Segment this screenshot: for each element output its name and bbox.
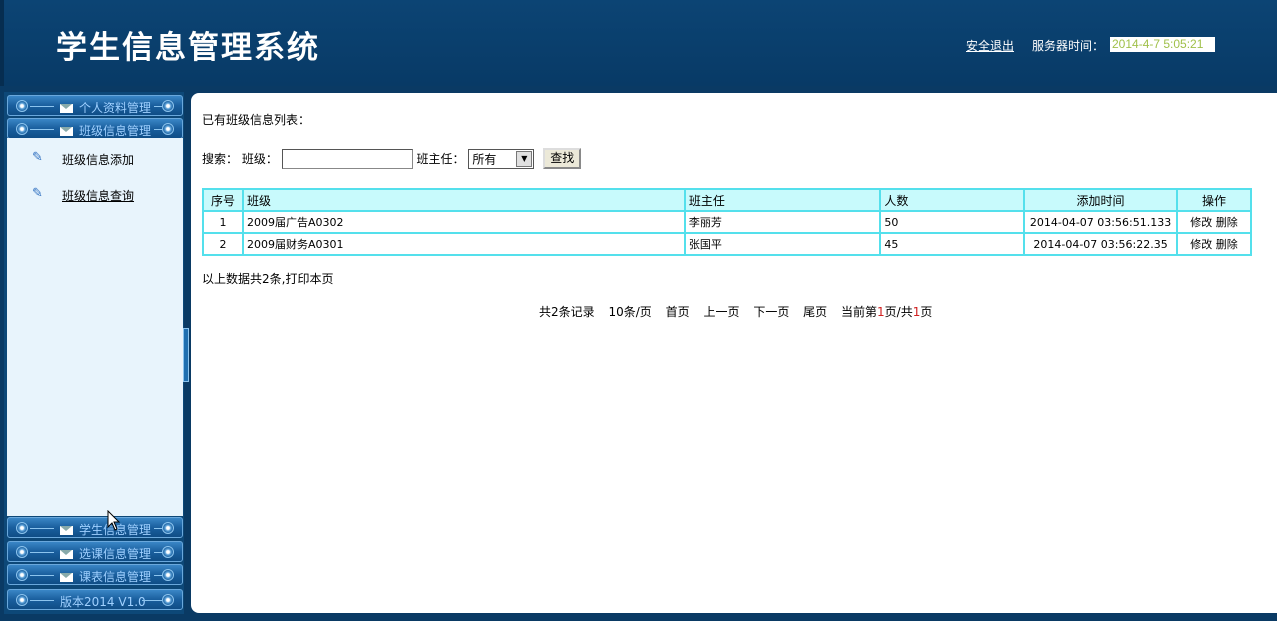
pager-total: 共2条记录 — [539, 305, 595, 319]
dot-icon — [162, 522, 174, 534]
dot-icon — [16, 123, 28, 135]
cell-no: 2 — [202, 232, 244, 256]
dot-icon — [162, 100, 174, 112]
class-table: 序号 班级 班主任 人数 添加时间 操作 1 2009届广告A0302 李丽芳 … — [202, 188, 1252, 256]
delete-link[interactable]: 删除 — [1216, 216, 1238, 229]
search-bar: 搜索： 班级： 班主任： 所有 ▼ 查找 — [202, 148, 582, 170]
app-title: 学生信息管理系统 — [56, 30, 320, 66]
table-row: 1 2009届广告A0302 李丽芳 50 2014-04-07 03:56:5… — [202, 210, 1252, 234]
dot-icon — [162, 123, 174, 135]
pencil-icon: ✎ — [32, 186, 43, 201]
dot-icon — [16, 546, 28, 558]
menu-label: 个人资料管理 — [79, 101, 152, 115]
menu-label: 班级信息管理 — [79, 124, 152, 138]
edit-link[interactable]: 修改 — [1190, 238, 1212, 251]
pager-first[interactable]: 首页 — [666, 305, 690, 319]
search-label: 搜索： — [202, 152, 239, 166]
cell-time: 2014-04-07 03:56:51.133 — [1023, 210, 1179, 234]
cell-actions: 修改 删除 — [1176, 210, 1252, 234]
header: 学生信息管理系统 安全退出 服务器时间： 2014-4-7 5:05:21 — [0, 0, 1277, 86]
teacher-select[interactable]: 所有 ▼ — [468, 148, 535, 169]
data-summary: 以上数据共2条,打印本页 — [202, 272, 334, 286]
pencil-icon: ✎ — [32, 150, 43, 165]
pager: 共2条记录 10条/页 首页 上一页 下一页 尾页 当前第1页/共1页 — [539, 303, 932, 320]
cell-class: 2009届财务A0301 — [241, 232, 686, 256]
cell-teacher: 李丽芳 — [683, 210, 882, 234]
pager-current-prefix: 当前第 — [841, 305, 878, 319]
cell-no: 1 — [202, 210, 244, 234]
sidebar-item-class-add[interactable]: ✎ 班级信息添加 — [7, 149, 183, 169]
pager-per-page: 10条/页 — [608, 305, 652, 319]
cell-class: 2009届广告A0302 — [241, 210, 686, 234]
envelope-icon — [60, 104, 73, 113]
edit-link[interactable]: 修改 — [1190, 216, 1212, 229]
menu-personal-info[interactable]: 个人资料管理 — [7, 95, 183, 116]
cell-count: 50 — [879, 210, 1026, 234]
teacher-label: 班主任： — [416, 152, 465, 166]
dot-icon — [16, 100, 28, 112]
dot-icon — [162, 546, 174, 558]
column-header: 班级 — [241, 188, 686, 212]
search-button[interactable]: 查找 — [543, 148, 582, 169]
menu-student-info[interactable]: 学生信息管理 — [7, 517, 183, 538]
table-row: 2 2009届财务A0301 张国平 45 2014-04-07 03:56:2… — [202, 232, 1252, 256]
delete-link[interactable]: 删除 — [1216, 238, 1238, 251]
dot-icon — [16, 522, 28, 534]
teacher-select-value: 所有 — [472, 152, 497, 166]
envelope-icon — [60, 573, 73, 582]
sidebar-splitter[interactable] — [183, 328, 189, 382]
cell-teacher: 张国平 — [683, 232, 882, 256]
class-label: 班级： — [241, 152, 278, 166]
column-header: 人数 — [879, 188, 1026, 212]
pager-current-mid: 页/共 — [884, 305, 913, 319]
list-caption: 已有班级信息列表： — [202, 113, 311, 127]
pager-next[interactable]: 下一页 — [753, 305, 789, 319]
column-header: 班主任 — [683, 188, 882, 212]
sidebar-item-label: 班级信息查询 — [62, 189, 135, 203]
menu-class-info[interactable]: 班级信息管理 — [7, 118, 183, 139]
menu-timetable[interactable]: 课表信息管理 — [7, 564, 183, 585]
main-panel: 已有班级信息列表： 搜索： 班级： 班主任： 所有 ▼ 查找 序号 班级 班主任 … — [191, 93, 1277, 613]
version-bar: 版本2014 V1.0 — [7, 589, 183, 610]
dot-icon — [162, 594, 174, 606]
pager-current-suffix: 页 — [920, 305, 933, 319]
dropdown-arrow-icon: ▼ — [516, 150, 533, 167]
menu-label: 课表信息管理 — [79, 570, 152, 584]
envelope-icon — [60, 127, 73, 136]
sidebar-item-label: 班级信息添加 — [62, 153, 135, 167]
dot-icon — [16, 594, 28, 606]
column-header: 序号 — [202, 188, 244, 212]
sidebar-item-class-query[interactable]: ✎ 班级信息查询 — [7, 185, 183, 205]
column-header: 操作 — [1176, 188, 1252, 212]
logout-link[interactable]: 安全退出 — [966, 37, 1014, 54]
class-search-input[interactable] — [281, 148, 413, 169]
envelope-icon — [60, 526, 73, 535]
column-header: 添加时间 — [1023, 188, 1179, 212]
pager-last[interactable]: 尾页 — [803, 305, 827, 319]
server-time-label: 服务器时间： — [1032, 39, 1105, 53]
submenu-panel: ✎ 班级信息添加 ✎ 班级信息查询 — [7, 138, 183, 516]
menu-label: 选课信息管理 — [79, 547, 152, 561]
pager-prev[interactable]: 上一页 — [703, 305, 739, 319]
cell-count: 45 — [879, 232, 1026, 256]
version-label: 版本2014 V1.0 — [60, 595, 146, 609]
menu-course-selection[interactable]: 选课信息管理 — [7, 541, 183, 562]
table-header-row: 序号 班级 班主任 人数 添加时间 操作 — [202, 188, 1252, 212]
envelope-icon — [60, 550, 73, 559]
dot-icon — [16, 569, 28, 581]
dot-icon — [162, 569, 174, 581]
mouse-cursor-icon — [107, 510, 121, 531]
server-time: 2014-4-7 5:05:21 — [1110, 37, 1215, 52]
pager-current-page: 1 — [877, 305, 885, 319]
cell-time: 2014-04-07 03:56:22.35 — [1023, 232, 1179, 256]
cell-actions: 修改 删除 — [1176, 232, 1252, 256]
